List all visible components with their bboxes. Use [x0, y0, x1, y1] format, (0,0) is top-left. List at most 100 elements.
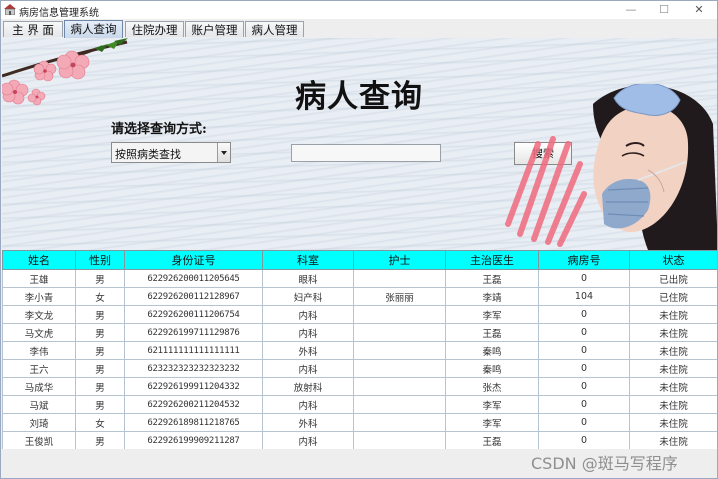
table-row[interactable]: 王俊凯男 622926199909211287 内科 王磊 0 未住院 [2, 431, 717, 449]
cell-ward[interactable]: 0 [538, 431, 630, 449]
cell-doctor[interactable]: 张杰 [445, 377, 539, 396]
cell-nurse[interactable] [353, 323, 446, 342]
cell-department[interactable]: 内科 [262, 431, 354, 449]
cell-department[interactable]: 内科 [262, 395, 354, 414]
cell-nurse[interactable] [353, 269, 446, 288]
cell-id-number[interactable]: 622926199711129876 [124, 323, 263, 342]
cell-ward[interactable]: 0 [538, 395, 630, 414]
cell-status[interactable]: 已出院 [629, 269, 717, 288]
tab-admission[interactable]: 住院办理 [125, 21, 184, 37]
cell-doctor[interactable]: 秦鸣 [445, 341, 539, 360]
cell-nurse[interactable] [353, 413, 446, 432]
cell-gender[interactable]: 男 [75, 377, 125, 396]
tab-main[interactable]: 主 界 面 [3, 21, 63, 37]
patient-table[interactable]: 姓名 性别 身份证号 科室 护士 主治医生 病房号 状态 王雄男 62292620… [2, 250, 717, 449]
cell-status[interactable]: 已住院 [629, 287, 717, 306]
maximize-button[interactable]: ☐ [647, 1, 681, 19]
cell-department[interactable]: 放射科 [262, 377, 354, 396]
cell-nurse[interactable] [353, 359, 446, 378]
cell-gender[interactable]: 男 [75, 431, 125, 449]
cell-doctor[interactable]: 李军 [445, 413, 539, 432]
cell-doctor[interactable]: 秦鸣 [445, 359, 539, 378]
tab-patient-management[interactable]: 病人管理 [245, 21, 304, 37]
cell-ward[interactable]: 0 [538, 323, 630, 342]
cell-doctor[interactable]: 李军 [445, 305, 539, 324]
cell-status[interactable]: 未住院 [629, 359, 717, 378]
cell-department[interactable]: 内科 [262, 305, 354, 324]
column-header-name[interactable]: 姓名 [2, 250, 76, 270]
cell-department[interactable]: 眼科 [262, 269, 354, 288]
cell-department[interactable]: 妇产科 [262, 287, 354, 306]
query-method-select[interactable]: 按照病类查找 [111, 142, 231, 163]
column-header-doctor[interactable]: 主治医生 [445, 250, 539, 270]
column-header-nurse[interactable]: 护士 [353, 250, 446, 270]
table-row[interactable]: 李文龙男 622926200111206754 内科 李军 0 未住院 [2, 305, 717, 324]
cell-gender[interactable]: 男 [75, 323, 125, 342]
cell-name[interactable]: 王雄 [2, 269, 76, 288]
column-header-gender[interactable]: 性别 [75, 250, 125, 270]
cell-ward[interactable]: 104 [538, 287, 630, 306]
cell-doctor[interactable]: 李军 [445, 395, 539, 414]
table-row[interactable]: 李小青女 622926200112128967 妇产科 张丽丽 李靖 104 已住院 [2, 287, 717, 306]
minimize-button[interactable]: — [614, 1, 648, 19]
column-header-ward[interactable]: 病房号 [538, 250, 630, 270]
cell-department[interactable]: 外科 [262, 413, 354, 432]
cell-department[interactable]: 外科 [262, 341, 354, 360]
tab-account[interactable]: 账户管理 [185, 21, 244, 37]
table-row[interactable]: 马文虎男 622926199711129876 内科 王磊 0 未住院 [2, 323, 717, 342]
cell-name[interactable]: 刘琦 [2, 413, 76, 432]
cell-status[interactable]: 未住院 [629, 323, 717, 342]
cell-id-number[interactable]: 622926200112128967 [124, 287, 263, 306]
cell-nurse[interactable] [353, 431, 446, 449]
tab-patient-query[interactable]: 病人查询 [64, 20, 123, 38]
cell-gender[interactable]: 男 [75, 305, 125, 324]
cell-id-number[interactable]: 622926189811218765 [124, 413, 263, 432]
cell-id-number[interactable]: 623232323232323232 [124, 359, 263, 378]
cell-nurse[interactable] [353, 377, 446, 396]
cell-nurse[interactable]: 张丽丽 [353, 287, 446, 306]
table-row[interactable]: 王六男 623232323232323232 内科 秦鸣 0 未住院 [2, 359, 717, 378]
cell-ward[interactable]: 0 [538, 377, 630, 396]
cell-gender[interactable]: 男 [75, 359, 125, 378]
table-row[interactable]: 李伟男 621111111111111111 外科 秦鸣 0 未住院 [2, 341, 717, 360]
table-row[interactable]: 马成华男 622926199911204332 放射科 张杰 0 未住院 [2, 377, 717, 396]
cell-status[interactable]: 未住院 [629, 413, 717, 432]
cell-doctor[interactable]: 王磊 [445, 323, 539, 342]
cell-gender[interactable]: 女 [75, 287, 125, 306]
cell-gender[interactable]: 女 [75, 413, 125, 432]
cell-department[interactable]: 内科 [262, 359, 354, 378]
cell-ward[interactable]: 0 [538, 305, 630, 324]
cell-id-number[interactable]: 622926199911204332 [124, 377, 263, 396]
cell-department[interactable]: 内科 [262, 323, 354, 342]
cell-nurse[interactable] [353, 395, 446, 414]
close-button[interactable]: ✕ [682, 1, 716, 19]
cell-status[interactable]: 未住院 [629, 431, 717, 449]
column-header-status[interactable]: 状态 [629, 250, 717, 270]
cell-status[interactable]: 未住院 [629, 377, 717, 396]
cell-name[interactable]: 马文虎 [2, 323, 76, 342]
cell-id-number[interactable]: 622926200111206754 [124, 305, 263, 324]
cell-name[interactable]: 王俊凯 [2, 431, 76, 449]
cell-status[interactable]: 未住院 [629, 305, 717, 324]
cell-status[interactable]: 未住院 [629, 395, 717, 414]
title-bar[interactable]: 病房信息管理系统 — ☐ ✕ [1, 1, 717, 19]
cell-ward[interactable]: 0 [538, 359, 630, 378]
cell-id-number[interactable]: 622926200011205645 [124, 269, 263, 288]
cell-gender[interactable]: 男 [75, 395, 125, 414]
cell-doctor[interactable]: 王磊 [445, 269, 539, 288]
cell-id-number[interactable]: 622926200211204532 [124, 395, 263, 414]
cell-doctor[interactable]: 王磊 [445, 431, 539, 449]
cell-name[interactable]: 李伟 [2, 341, 76, 360]
cell-ward[interactable]: 0 [538, 341, 630, 360]
cell-name[interactable]: 王六 [2, 359, 76, 378]
table-row[interactable]: 刘琦女 622926189811218765 外科 李军 0 未住院 [2, 413, 717, 432]
column-header-department[interactable]: 科室 [262, 250, 354, 270]
cell-name[interactable]: 马成华 [2, 377, 76, 396]
cell-gender[interactable]: 男 [75, 341, 125, 360]
cell-id-number[interactable]: 621111111111111111 [124, 341, 263, 360]
table-row[interactable]: 王雄男 622926200011205645 眼科 王磊 0 已出院 [2, 269, 717, 288]
cell-doctor[interactable]: 李靖 [445, 287, 539, 306]
cell-name[interactable]: 李小青 [2, 287, 76, 306]
cell-ward[interactable]: 0 [538, 269, 630, 288]
cell-nurse[interactable] [353, 305, 446, 324]
